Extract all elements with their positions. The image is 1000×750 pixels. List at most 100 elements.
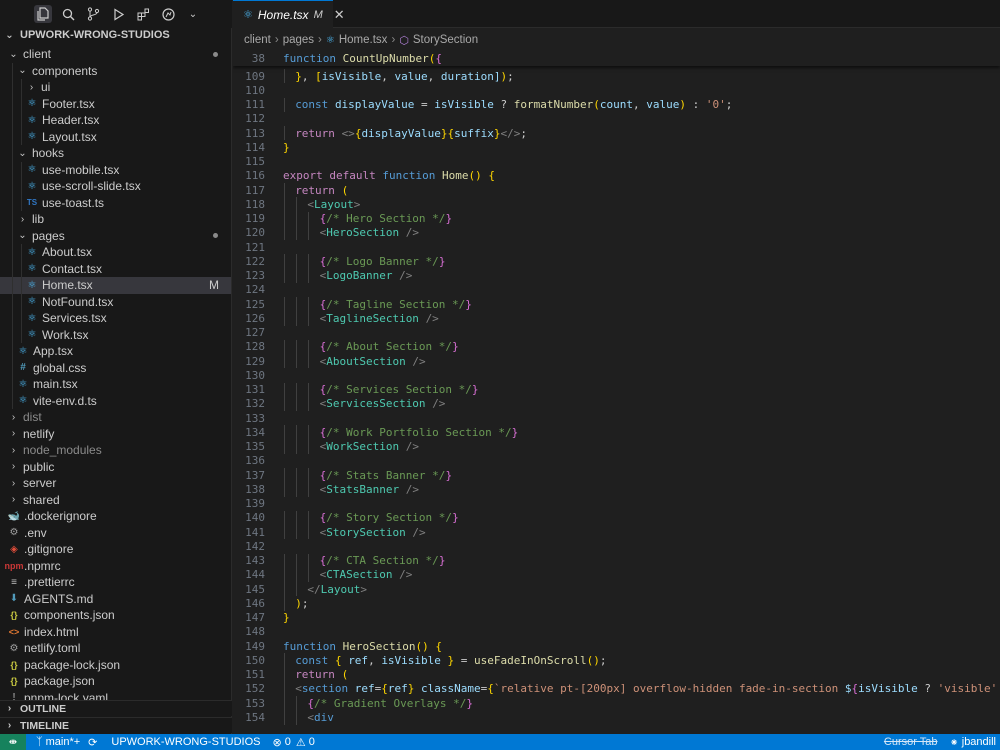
close-icon[interactable]: ✕ <box>334 7 345 23</box>
file-item[interactable]: <> index.html <box>0 624 231 641</box>
folder-item[interactable]: › shared <box>0 492 231 509</box>
line-number: 113 <box>245 126 265 140</box>
folder-item[interactable]: › dist <box>0 409 231 426</box>
folder-item[interactable]: › ui <box>0 79 231 96</box>
file-item[interactable]: ⚛ About.tsx <box>0 244 231 261</box>
run-debug-icon[interactable] <box>109 5 127 23</box>
line-number: 147 <box>245 611 265 625</box>
line-number: 146 <box>245 596 265 610</box>
folder-item[interactable]: › netlify <box>0 426 231 443</box>
settings-file-icon: ⚙ <box>9 527 19 539</box>
folder-item[interactable]: › lib <box>0 211 231 228</box>
line-number: 129 <box>245 354 265 368</box>
indent-guide <box>308 297 310 312</box>
code-text: <WorkSection /> <box>319 440 419 454</box>
code-text: const { ref, isVisible } = useFadeInOnSc… <box>295 653 607 667</box>
indent-guide <box>284 183 285 198</box>
folder-item[interactable]: › public <box>0 459 231 476</box>
file-item[interactable]: ⚛ Home.tsx M <box>0 277 231 294</box>
file-item[interactable]: ⚙ netlify.toml <box>0 640 231 657</box>
folder-item[interactable]: ⌄ client <box>0 46 231 63</box>
search-icon[interactable] <box>59 5 77 23</box>
file-item[interactable]: ⚛ use-mobile.tsx <box>0 161 231 178</box>
code-text: <div <box>307 710 334 724</box>
branch-status[interactable]: ᛉ main*+ ⟳ <box>36 736 97 749</box>
file-item[interactable]: ◈ .gitignore <box>0 541 231 558</box>
folder-item[interactable]: › node_modules <box>0 442 231 459</box>
code-line: 142 <box>233 539 1000 553</box>
tree-item-label: .gitignore <box>24 542 74 557</box>
code-line: 120 <HeroSection /> <box>233 225 1000 240</box>
folder-item[interactable]: ⌄ components <box>0 62 231 79</box>
extensions-icon[interactable] <box>134 5 152 23</box>
code-line: 116 export default function Home() { <box>233 169 1000 183</box>
file-item[interactable]: ⬇ AGENTS.md <box>0 591 231 608</box>
file-item[interactable]: ⚛ Services.tsx <box>0 310 231 327</box>
folder-item[interactable]: › server <box>0 475 231 492</box>
tab-label: Home.tsx <box>257 7 309 22</box>
indent-guide <box>21 244 22 261</box>
line-number: 137 <box>245 468 265 482</box>
outline-section[interactable]: › OUTLINE <box>0 700 232 716</box>
code-text: <AboutSection /> <box>319 354 426 368</box>
account-status[interactable]: ⁕ jbandill <box>950 736 996 749</box>
breadcrumb-item[interactable]: client <box>244 34 271 46</box>
file-item[interactable]: ⚛ NotFound.tsx <box>0 293 231 310</box>
breadcrumb-item[interactable]: pages <box>283 34 314 46</box>
github-icon[interactable] <box>159 5 177 23</box>
explorer-root-label: UPWORK-WRONG-STUDIOS <box>20 29 170 41</box>
indent-guide <box>284 525 285 540</box>
file-item[interactable]: {} components.json <box>0 607 231 624</box>
indent-guide <box>308 525 310 540</box>
chevron-down-icon[interactable]: ⌄ <box>184 5 202 23</box>
chevron-right-icon: › <box>29 81 34 93</box>
problems-status[interactable]: ⊗ 0 ⚠ 0 <box>272 736 314 749</box>
file-item[interactable]: ⚙ .env <box>0 525 231 542</box>
file-item[interactable]: # global.css <box>0 359 231 376</box>
indent-guide <box>21 128 22 145</box>
sticky-scroll-header[interactable]: 38 function CountUpNumber({ <box>233 50 1000 66</box>
file-item[interactable]: ⚛ Contact.tsx <box>0 260 231 277</box>
tab-home-tsx[interactable]: ⚛ Home.tsx M ✕ <box>233 0 345 28</box>
line-number: 145 <box>245 582 265 596</box>
remote-icon[interactable]: ⇼ <box>0 734 26 750</box>
file-item[interactable]: {} package.json <box>0 673 231 690</box>
indent-guide <box>296 268 298 283</box>
timeline-section[interactable]: › TIMELINE <box>0 717 232 733</box>
file-item[interactable]: {} package-lock.json <box>0 657 231 674</box>
cursor-tab-status[interactable]: Cursor Tab <box>884 736 938 748</box>
code-line: 121 <box>233 240 1000 254</box>
react-file-icon: ⚛ <box>27 114 37 126</box>
explorer-icon[interactable] <box>34 5 52 23</box>
file-item[interactable]: ⚛ Header.tsx <box>0 112 231 129</box>
breadcrumb-item[interactable]: Home.tsx <box>339 34 388 46</box>
file-item[interactable]: ⚛ main.tsx <box>0 376 231 393</box>
file-item[interactable]: ≡ .prettierrc <box>0 574 231 591</box>
tree-item-label: use-toast.ts <box>42 195 105 210</box>
file-item[interactable]: 🐋 .dockerignore <box>0 508 231 525</box>
indent-guide <box>12 112 13 129</box>
indent-guide <box>12 326 13 343</box>
source-control-icon[interactable] <box>84 5 102 23</box>
explorer-root-header[interactable]: ⌄ UPWORK-WRONG-STUDIOS <box>0 28 231 42</box>
file-item[interactable]: ⚛ Layout.tsx <box>0 128 231 145</box>
folder-item[interactable]: ⌄ pages <box>0 227 231 244</box>
line-number: 126 <box>245 311 265 325</box>
code-line: 109}, [isVisible, value, duration]); <box>233 69 1000 84</box>
file-item[interactable]: TS use-toast.ts <box>0 194 231 211</box>
indent-guide <box>296 468 298 483</box>
file-item[interactable]: ⚛ Footer.tsx <box>0 95 231 112</box>
line-number: 124 <box>245 283 265 297</box>
project-name[interactable]: UPWORK-WRONG-STUDIOS <box>111 736 260 748</box>
file-item[interactable]: ⚛ Work.tsx <box>0 326 231 343</box>
code-editor[interactable]: 38 function CountUpNumber({ 109}, [isVis… <box>233 50 1000 734</box>
indent-guide <box>12 211 13 228</box>
file-item[interactable]: ⚛ App.tsx <box>0 343 231 360</box>
line-number: 134 <box>245 425 265 439</box>
file-item[interactable]: ⚛ vite-env.d.ts <box>0 392 231 409</box>
folder-item[interactable]: ⌄ hooks <box>0 145 231 162</box>
warning-icon: ⚠ <box>295 736 306 749</box>
file-item[interactable]: npm .npmrc <box>0 558 231 575</box>
breadcrumb-item[interactable]: StorySection <box>413 34 478 46</box>
file-item[interactable]: ⚛ use-scroll-slide.tsx <box>0 178 231 195</box>
